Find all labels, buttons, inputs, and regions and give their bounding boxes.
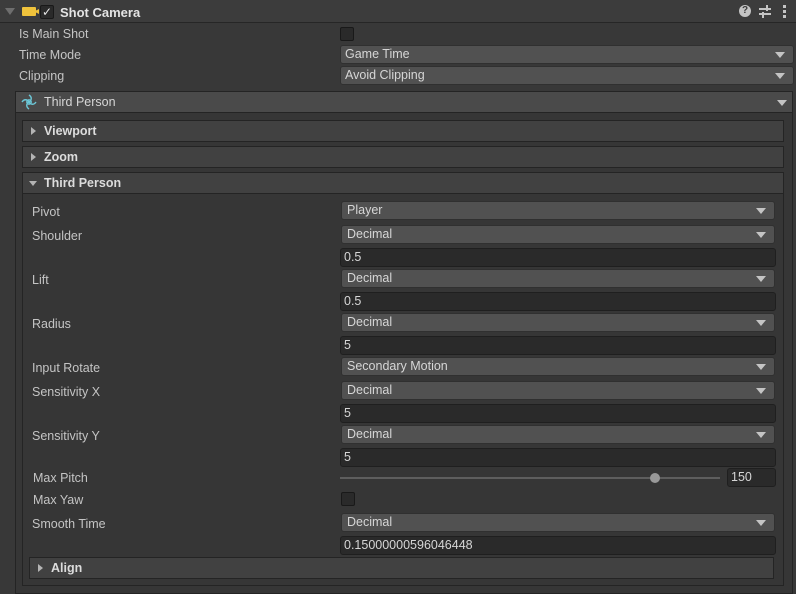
radius-label: Radius <box>32 317 71 331</box>
third-person-foldout[interactable]: Third Person <box>22 172 784 194</box>
sensitivity-x-mode-value: Decimal <box>347 383 393 397</box>
sensitivity-x-label: Sensitivity X <box>32 385 101 399</box>
shoulder-label: Shoulder <box>32 229 83 243</box>
chevron-down-icon <box>756 232 766 238</box>
shoulder-mode-value: Decimal <box>347 227 393 241</box>
time-mode-value: Game Time <box>345 47 410 61</box>
lift-label: Lift <box>32 273 49 287</box>
max-pitch-label: Max Pitch <box>33 471 88 485</box>
lift-mode-dropdown[interactable]: Decimal <box>341 269 775 288</box>
clipping-label: Clipping <box>19 69 65 83</box>
radius-mode-value: Decimal <box>347 315 393 329</box>
max-yaw-label: Max Yaw <box>33 493 84 507</box>
chevron-down-icon <box>756 276 766 282</box>
radius-mode-dropdown[interactable]: Decimal <box>341 313 775 332</box>
shoulder-mode-dropdown[interactable]: Decimal <box>341 225 775 244</box>
radius-value-field[interactable]: 5 <box>340 336 776 355</box>
sensitivity-y-mode-dropdown[interactable]: Decimal <box>341 425 775 444</box>
chevron-down-icon <box>29 181 37 186</box>
input-rotate-dropdown[interactable]: Secondary Motion <box>341 357 775 376</box>
input-rotate-label: Input Rotate <box>32 361 101 375</box>
component-foldout-icon[interactable] <box>5 8 15 15</box>
more-icon[interactable] <box>783 5 786 18</box>
clipping-dropdown[interactable]: Avoid Clipping <box>340 66 794 85</box>
pivot-dropdown[interactable]: Player <box>341 201 775 220</box>
chevron-down-icon <box>777 100 787 106</box>
shoulder-value-field[interactable]: 0.5 <box>340 248 776 267</box>
is-main-shot-checkbox[interactable] <box>340 27 354 41</box>
help-icon[interactable]: ? <box>739 5 751 17</box>
shot-type-header[interactable]: Third Person <box>16 92 792 113</box>
time-mode-dropdown[interactable]: Game Time <box>340 45 794 64</box>
chevron-right-icon <box>38 564 43 572</box>
clipping-value: Avoid Clipping <box>345 68 425 82</box>
third-person-icon <box>21 94 37 110</box>
chevron-down-icon <box>756 208 766 214</box>
component-title: Shot Camera <box>60 5 141 20</box>
chevron-down-icon <box>756 320 766 326</box>
chevron-down-icon <box>756 520 766 526</box>
sensitivity-y-value-field[interactable]: 5 <box>340 448 776 467</box>
max-pitch-slider-track[interactable] <box>340 477 720 479</box>
chevron-down-icon <box>756 388 766 394</box>
shot-type-label: Third Person <box>44 95 116 109</box>
chevron-right-icon <box>31 127 36 135</box>
chevron-down-icon <box>756 432 766 438</box>
time-mode-label: Time Mode <box>19 48 82 62</box>
chevron-down-icon <box>775 52 785 58</box>
zoom-foldout[interactable]: Zoom <box>22 146 784 168</box>
smooth-time-value-field[interactable]: 0.15000000596046448 <box>340 536 776 555</box>
max-yaw-checkbox[interactable] <box>341 492 355 506</box>
lift-mode-value: Decimal <box>347 271 393 285</box>
camera-icon <box>22 7 36 16</box>
sensitivity-x-value-field[interactable]: 5 <box>340 404 776 423</box>
chevron-right-icon <box>31 153 36 161</box>
pivot-value: Player <box>347 203 383 217</box>
chevron-down-icon <box>775 73 785 79</box>
sensitivity-x-mode-dropdown[interactable]: Decimal <box>341 381 775 400</box>
align-foldout[interactable]: Align <box>29 557 774 579</box>
viewport-label: Viewport <box>44 124 97 138</box>
align-label: Align <box>51 561 83 575</box>
max-pitch-value-field[interactable]: 150 <box>727 468 776 487</box>
pivot-label: Pivot <box>32 205 60 219</box>
viewport-foldout[interactable]: Viewport <box>22 120 784 142</box>
smooth-time-mode-dropdown[interactable]: Decimal <box>341 513 775 532</box>
chevron-down-icon <box>756 364 766 370</box>
zoom-label: Zoom <box>44 150 79 164</box>
lift-value-field[interactable]: 0.5 <box>340 292 776 311</box>
presets-icon[interactable] <box>759 5 771 18</box>
smooth-time-mode-value: Decimal <box>347 515 393 529</box>
smooth-time-label: Smooth Time <box>32 517 106 531</box>
input-rotate-value: Secondary Motion <box>347 359 448 373</box>
sensitivity-y-label: Sensitivity Y <box>32 429 100 443</box>
sensitivity-y-mode-value: Decimal <box>347 427 393 441</box>
is-main-shot-label: Is Main Shot <box>19 27 89 41</box>
third-person-section-label: Third Person <box>44 176 122 190</box>
component-enabled-checkbox[interactable]: ✓ <box>40 5 54 19</box>
